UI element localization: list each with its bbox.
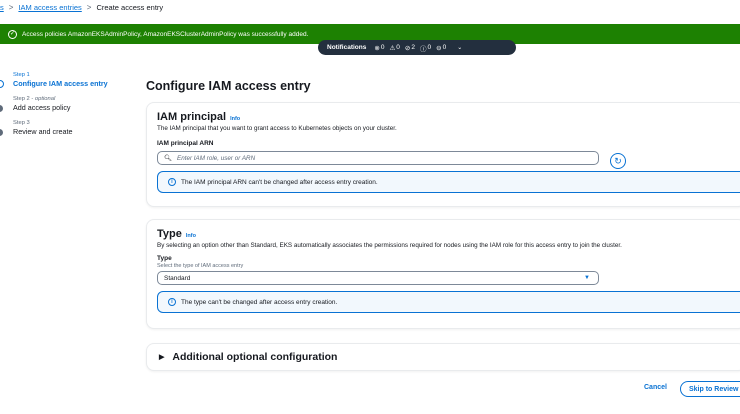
notifications-title: Notifications — [327, 44, 367, 51]
expand-header[interactable]: ▶ Additional optional configuration — [159, 351, 337, 363]
page-title: Configure IAM access entry — [146, 79, 311, 93]
step-name: Review and create — [13, 127, 73, 136]
iam-principal-container: IAM principal Info The IAM principal tha… — [146, 102, 740, 207]
input-placeholder: Enter IAM role, user or ARN — [177, 154, 256, 162]
selected-value: Standard — [164, 274, 191, 282]
step-indicator-icon — [0, 105, 3, 112]
caret-down-icon: ▼ — [584, 275, 590, 281]
expand-label: Additional optional configuration — [172, 351, 338, 363]
breadcrumb-separator: > — [86, 2, 92, 12]
success-count: ⊘ 2 — [404, 44, 415, 52]
additional-config-expandable[interactable]: ▶ Additional optional configuration — [146, 343, 740, 371]
caret-right-icon: ▶ — [159, 354, 165, 361]
success-check-icon: ✓ — [8, 29, 17, 39]
breadcrumb-current: Create access entry — [96, 2, 164, 12]
info-icon: i — [168, 298, 176, 306]
alert-text: The IAM principal ARN can't be changed a… — [181, 178, 378, 186]
wizard-step-1[interactable]: Step 1 Configure IAM access entry — [0, 72, 108, 88]
step-name: Configure IAM access entry — [13, 79, 108, 88]
section-description: The IAM principal that you want to grant… — [157, 125, 397, 132]
refresh-icon[interactable]: ↻ — [610, 153, 626, 169]
field-label: IAM principal ARN — [157, 140, 214, 147]
skip-to-review-button[interactable]: Skip to Review — [680, 381, 740, 397]
iam-principal-input[interactable]: 🔍︎ Enter IAM role, user or ARN — [157, 151, 599, 165]
progress-icon: ⊖ — [436, 44, 442, 52]
info-alert: i The type can't be changed after access… — [157, 291, 740, 313]
section-heading: IAM principal Info — [157, 111, 241, 123]
step-number: Step 2 - optional — [13, 96, 56, 102]
wizard-step-2[interactable]: Step 2 - optional Add access policy — [0, 96, 108, 112]
wizard-step-3[interactable]: Step 3 Review and create — [0, 120, 108, 136]
warning-count: ⚠ 0 — [389, 44, 400, 52]
breadcrumb-separator: > — [8, 2, 14, 12]
error-icon: ⊗ — [374, 44, 380, 52]
breadcrumb: s > IAM access entries > Create access e… — [0, 0, 163, 14]
progress-count: ⊖ 0 — [436, 44, 447, 52]
step-indicator-icon — [0, 129, 3, 136]
success-icon: ⊘ — [404, 44, 411, 52]
error-count: ⊗ 0 — [374, 44, 385, 52]
section-heading: Type Info — [157, 228, 196, 240]
info-alert: i The IAM principal ARN can't be changed… — [157, 171, 740, 193]
info-icon: ⓘ — [419, 45, 427, 53]
step-number: Step 3 — [13, 120, 30, 126]
step-indicator-icon — [0, 80, 4, 88]
breadcrumb-link-previous[interactable]: s — [0, 3, 4, 12]
field-label: Type — [157, 255, 172, 262]
field-hint: Select the type of IAM access entry — [157, 263, 244, 269]
wizard-steps: Step 1 Configure IAM access entry Step 2… — [0, 72, 108, 144]
info-link[interactable]: Info — [230, 116, 240, 122]
step-name: Add access policy — [13, 103, 71, 112]
info-count: ⓘ 0 — [419, 44, 432, 53]
type-container: Type Info By selecting an option other t… — [146, 219, 740, 329]
flash-message: Access policies AmazonEKSAdminPolicy, Am… — [22, 30, 309, 38]
type-select[interactable]: Standard ▼ — [157, 271, 599, 285]
step-number: Step 1 — [13, 72, 30, 78]
info-icon: i — [168, 178, 176, 186]
chevron-down-icon[interactable]: ⌄ — [457, 44, 462, 51]
section-description: By selecting an option other than Standa… — [157, 242, 622, 249]
info-link[interactable]: Info — [186, 233, 196, 239]
breadcrumb-link-iam-access-entries[interactable]: IAM access entries — [18, 3, 81, 12]
alert-text: The type can't be changed after access e… — [181, 298, 338, 306]
cancel-button[interactable]: Cancel — [644, 384, 667, 391]
notifications-bar[interactable]: Notifications ⊗ 0 ⚠ 0 ⊘ 2 ⓘ 0 ⊖ 0 ⌄ — [318, 40, 516, 55]
search-icon: 🔍︎ — [164, 155, 172, 162]
warning-icon: ⚠ — [389, 44, 396, 52]
